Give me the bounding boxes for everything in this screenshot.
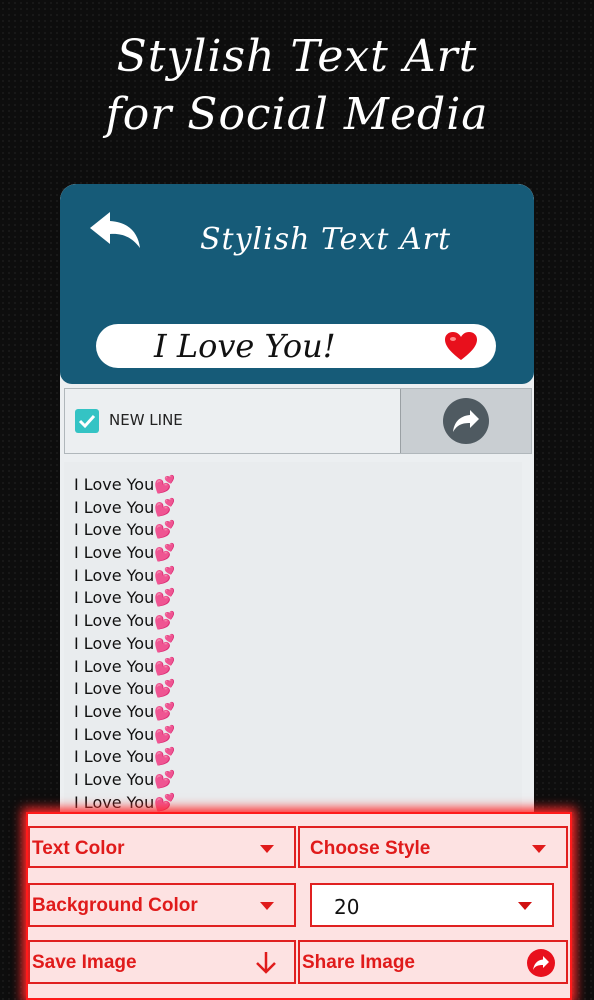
two-hearts-icon: 💕 — [154, 611, 176, 632]
output-line: I Love You💕 — [74, 724, 175, 747]
text-input[interactable]: I Love You! — [96, 324, 496, 368]
two-hearts-icon: 💕 — [154, 633, 176, 654]
two-hearts-icon: 💕 — [154, 588, 176, 609]
two-hearts-icon: 💕 — [154, 497, 176, 518]
two-hearts-icon: 💕 — [154, 543, 176, 564]
output-line-text: I Love You — [74, 611, 155, 631]
two-hearts-icon: 💕 — [154, 701, 176, 722]
output-line-text: I Love You — [74, 520, 155, 540]
output-line-text: I Love You — [74, 792, 155, 812]
share-button[interactable] — [400, 389, 531, 453]
text-color-dropdown[interactable]: Text Color — [28, 826, 296, 868]
two-hearts-icon: 💕 — [154, 747, 176, 768]
controls-panel: Text Color Choose Style Background Color… — [26, 812, 572, 1000]
heart-emoji-icon[interactable] — [444, 331, 478, 361]
choose-style-dropdown[interactable]: Choose Style — [298, 826, 568, 868]
text-input-value[interactable]: I Love You! — [154, 326, 336, 366]
back-arrow-icon[interactable] — [88, 208, 144, 252]
promo-title-line-1: Stylish Text Art — [116, 31, 478, 82]
output-line-text: I Love You — [74, 565, 155, 585]
background-color-dropdown[interactable]: Background Color — [28, 883, 296, 927]
output-line-text: I Love You — [74, 679, 155, 699]
share-arrow-icon — [443, 398, 489, 444]
share-image-label: Share Image — [302, 952, 415, 973]
output-line: I Love You💕 — [74, 701, 175, 724]
output-line: I Love You💕 — [74, 746, 175, 769]
choose-style-label: Choose Style — [310, 838, 431, 859]
chevron-down-icon — [260, 845, 274, 853]
two-hearts-icon: 💕 — [154, 679, 176, 700]
promo-title-line-2: for Social Media — [105, 89, 489, 140]
save-image-button[interactable]: Save Image — [28, 940, 296, 984]
output-line-text: I Love You — [74, 543, 155, 563]
output-lines: I Love You💕 I Love You💕 I Love You💕 I Love … — [74, 474, 175, 814]
two-hearts-icon: 💕 — [154, 792, 176, 813]
download-arrow-icon — [256, 952, 276, 974]
size-value: 20 — [334, 895, 360, 919]
background-color-label: Background Color — [32, 895, 198, 916]
output-line: I Love You💕 — [74, 497, 175, 520]
chevron-down-icon — [532, 845, 546, 853]
output-line-text: I Love You — [74, 769, 155, 789]
output-line-text: I Love You — [74, 701, 155, 721]
output-line: I Love You💕 — [74, 792, 175, 815]
app-title: Stylish Text Art — [200, 222, 452, 257]
two-hearts-icon: 💕 — [154, 724, 176, 745]
share-circle-icon — [527, 949, 555, 977]
two-hearts-icon: 💕 — [154, 769, 176, 790]
output-line: I Love You💕 — [74, 633, 175, 656]
newline-label: NEW LINE — [109, 411, 183, 429]
output-line: I Love You💕 — [74, 678, 175, 701]
output-line: I Love You💕 — [74, 474, 175, 497]
promo-title: Stylish Text Art for Social Media — [0, 28, 594, 144]
output-line: I Love You💕 — [74, 587, 175, 610]
option-bar: NEW LINE — [64, 388, 532, 454]
two-hearts-icon: 💕 — [154, 475, 176, 495]
check-icon — [78, 414, 96, 429]
output-line: I Love You💕 — [74, 769, 175, 792]
chevron-down-icon — [260, 902, 274, 910]
output-line: I Love You💕 — [74, 542, 175, 565]
output-line: I Love You💕 — [74, 519, 175, 542]
output-line-text: I Love You — [74, 747, 155, 767]
output-line: I Love You💕 — [74, 610, 175, 633]
output-line-text: I Love You — [74, 633, 155, 653]
output-line-text: I Love You — [74, 656, 155, 676]
output-line-text: I Love You — [74, 724, 155, 744]
newline-checkbox[interactable] — [75, 409, 99, 433]
output-line: I Love You💕 — [74, 656, 175, 679]
output-line: I Love You💕 — [74, 565, 175, 588]
chevron-down-icon — [518, 902, 532, 910]
two-hearts-icon: 💕 — [154, 565, 176, 586]
size-select[interactable]: 20 — [310, 883, 554, 927]
output-line-text: I Love You — [74, 588, 155, 608]
output-line-text: I Love You — [74, 497, 155, 517]
text-color-label: Text Color — [32, 838, 125, 859]
two-hearts-icon: 💕 — [154, 656, 176, 677]
two-hearts-icon: 💕 — [154, 520, 176, 541]
app-header: Stylish Text Art I Love You! — [60, 184, 534, 384]
output-line-text: I Love You — [74, 475, 155, 494]
share-image-button[interactable]: Share Image — [298, 940, 568, 984]
save-image-label: Save Image — [32, 952, 137, 973]
